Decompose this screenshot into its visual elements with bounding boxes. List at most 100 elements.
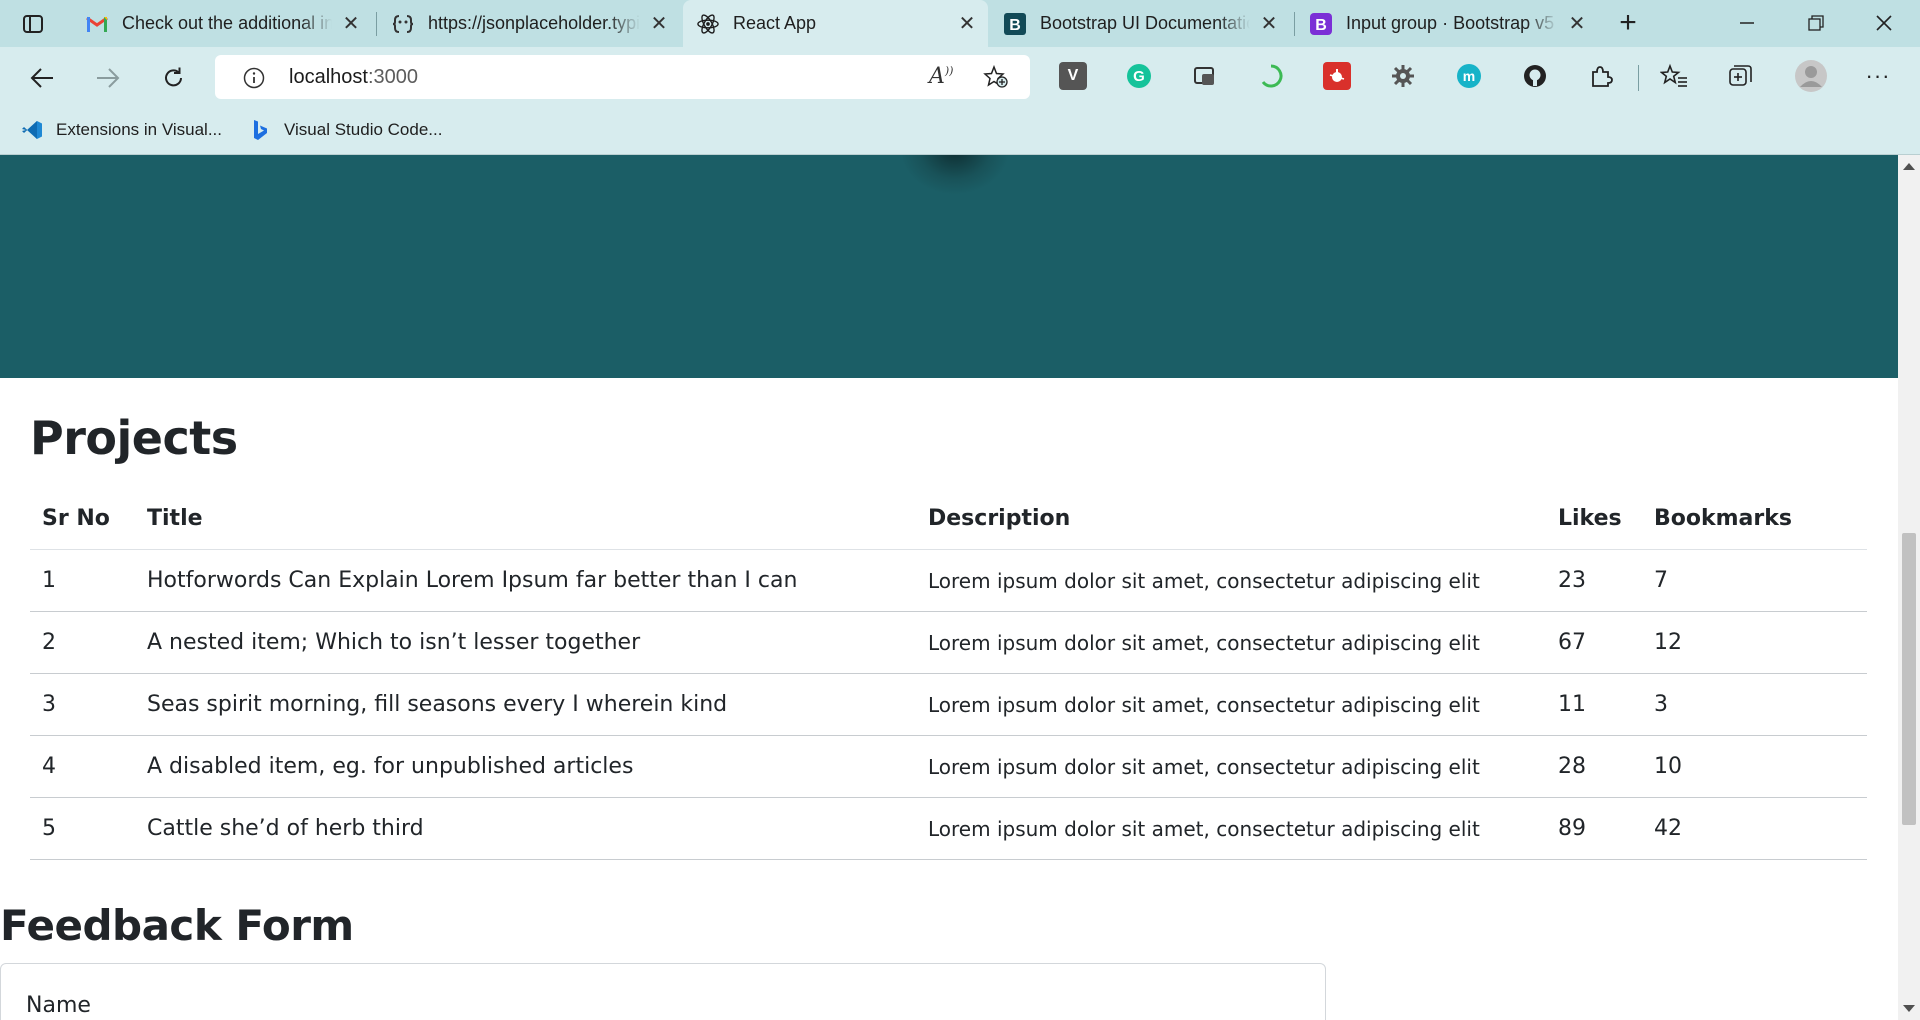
read-aloud-icon[interactable]: A)) <box>929 64 953 89</box>
table-row: 4 A disabled item, eg. for unpublished a… <box>30 735 1867 798</box>
column-header-description: Description <box>916 487 1546 550</box>
jsonplaceholder-icon <box>392 13 414 35</box>
collections-icon[interactable] <box>1726 62 1754 90</box>
forward-arrow-icon <box>97 68 120 88</box>
vimeo-icon[interactable]: V <box>1059 62 1087 90</box>
close-icon[interactable]: ✕ <box>340 13 362 35</box>
close-icon[interactable]: ✕ <box>1566 13 1588 35</box>
table-row: 3 Seas spirit morning, fill seasons ever… <box>30 673 1867 736</box>
address-text[interactable]: localhost:3000 <box>289 66 418 89</box>
address-host: localhost <box>289 66 368 88</box>
svg-text:G: G <box>1133 68 1145 85</box>
close-icon[interactable]: ✕ <box>648 13 670 35</box>
cell-title: Cattle she’d of herb third <box>135 797 916 860</box>
favorites-icon[interactable] <box>1660 62 1688 90</box>
cell-likes: 67 <box>1546 611 1642 674</box>
screenshot-icon[interactable] <box>1191 62 1219 90</box>
column-header-title: Title <box>135 487 916 550</box>
more-menu-icon[interactable]: ··· <box>1864 62 1892 90</box>
table-row: 2 A nested item; Which to isn’t lesser t… <box>30 611 1867 674</box>
column-header-sr-no: Sr No <box>30 487 135 550</box>
minimize-icon <box>1740 22 1754 24</box>
github-icon[interactable] <box>1521 62 1549 90</box>
back-button[interactable] <box>25 61 59 95</box>
table-header-row: Sr No Title Description Likes Bookmarks <box>30 487 1867 550</box>
svg-text:B: B <box>1009 17 1021 34</box>
tab-bootstrap-input-group[interactable]: B Input group · Bootstrap v5 ✕ <box>1296 0 1598 47</box>
tab-gmail[interactable]: Check out the additional info ✕ <box>72 0 372 47</box>
gmail-icon <box>86 13 108 35</box>
minimize-button[interactable] <box>1727 6 1767 40</box>
scroll-up-arrow-icon[interactable] <box>1903 163 1915 170</box>
cell-description: Lorem ipsum dolor sit amet, consectetur … <box>916 611 1546 674</box>
feedback-form-card <box>0 963 1326 1020</box>
bug-icon[interactable] <box>1323 62 1351 90</box>
tab-actions-button[interactable] <box>18 10 48 38</box>
cell-bookmarks: 12 <box>1642 611 1867 674</box>
tab-divider <box>1294 12 1295 36</box>
projects-table: Sr No Title Description Likes Bookmarks … <box>30 487 1867 860</box>
table-row: 1 Hotforwords Can Explain Lorem Ipsum fa… <box>30 549 1867 612</box>
cell-title: A nested item; Which to isn’t lesser tog… <box>135 611 916 674</box>
refresh-button[interactable] <box>157 61 191 95</box>
scroll-down-arrow-icon[interactable] <box>1903 1005 1915 1012</box>
cell-sr-no: 3 <box>30 673 135 736</box>
column-header-bookmarks: Bookmarks <box>1642 487 1867 550</box>
scrollbar-thumb[interactable] <box>1902 533 1916 825</box>
m-icon[interactable]: m <box>1455 62 1483 90</box>
extensions-icon[interactable] <box>1587 62 1615 90</box>
tab-title: React App <box>733 13 817 33</box>
address-port: :3000 <box>367 66 418 88</box>
table-row: 5 Cattle she’d of herb third Lorem ipsum… <box>30 797 1867 860</box>
react-icon <box>697 13 719 35</box>
close-icon <box>1876 15 1892 31</box>
cell-title: Hotforwords Can Explain Lorem Ipsum far … <box>135 549 916 612</box>
close-icon[interactable]: ✕ <box>956 13 978 35</box>
forward-button[interactable] <box>91 61 125 95</box>
tab-react-app[interactable]: React App ✕ <box>683 0 988 47</box>
bookmark-item[interactable]: Extensions in Visual... <box>20 119 222 141</box>
gear-icon[interactable] <box>1389 62 1417 90</box>
cell-likes: 23 <box>1546 549 1642 612</box>
bing-icon <box>248 119 272 141</box>
address-bar[interactable]: localhost:3000 A)) <box>215 55 1030 99</box>
bookmark-item[interactable]: Visual Studio Code... <box>248 119 442 141</box>
cell-likes: 11 <box>1546 673 1642 736</box>
tab-title: Bootstrap UI Documentation <box>1040 13 1250 33</box>
cell-likes: 89 <box>1546 797 1642 860</box>
restore-button[interactable] <box>1796 6 1836 40</box>
add-favorite-icon[interactable] <box>983 65 1009 89</box>
cell-description: Lorem ipsum dolor sit amet, consectetur … <box>916 797 1546 860</box>
cell-bookmarks: 7 <box>1642 549 1867 612</box>
page-viewport: Projects Sr No Title Description Likes B… <box>0 155 1898 1020</box>
name-label: Name <box>26 993 91 1018</box>
close-window-button[interactable] <box>1864 6 1904 40</box>
vscode-icon <box>20 119 44 141</box>
cell-sr-no: 4 <box>30 735 135 798</box>
refresh-icon <box>165 67 182 87</box>
cell-description: Lorem ipsum dolor sit amet, consectetur … <box>916 549 1546 612</box>
column-header-likes: Likes <box>1546 487 1642 550</box>
tab-strip: Check out the additional info ✕ https://… <box>0 0 1920 47</box>
cell-sr-no: 5 <box>30 797 135 860</box>
cell-description: Lorem ipsum dolor sit amet, consectetur … <box>916 673 1546 736</box>
tab-title: Check out the additional info <box>122 13 332 33</box>
cell-title: Seas spirit morning, fill seasons every … <box>135 673 916 736</box>
info-icon[interactable] <box>243 67 265 89</box>
new-tab-button[interactable]: + <box>1612 8 1644 39</box>
projects-heading: Projects <box>30 411 238 465</box>
cell-likes: 28 <box>1546 735 1642 798</box>
profile-avatar-icon[interactable] <box>1794 59 1828 93</box>
close-icon[interactable]: ✕ <box>1258 13 1280 35</box>
tab-bootstrap-docs[interactable]: B Bootstrap UI Documentation ✕ <box>990 0 1290 47</box>
bookmark-label: Extensions in Visual... <box>56 120 222 139</box>
grammarly-icon[interactable]: G <box>1125 62 1153 90</box>
tab-jsonplaceholder[interactable]: https://jsonplaceholder.typicode.com ✕ <box>378 0 680 47</box>
tab-title: https://jsonplaceholder.typicode.com <box>428 13 640 33</box>
bookmarks-bar: Extensions in Visual... Visual Studio Co… <box>0 107 1920 155</box>
page-scrollbar[interactable] <box>1898 155 1920 1020</box>
cell-sr-no: 2 <box>30 611 135 674</box>
cell-bookmarks: 3 <box>1642 673 1867 736</box>
toolbar-divider <box>1638 65 1639 91</box>
loader-icon[interactable] <box>1257 62 1285 90</box>
